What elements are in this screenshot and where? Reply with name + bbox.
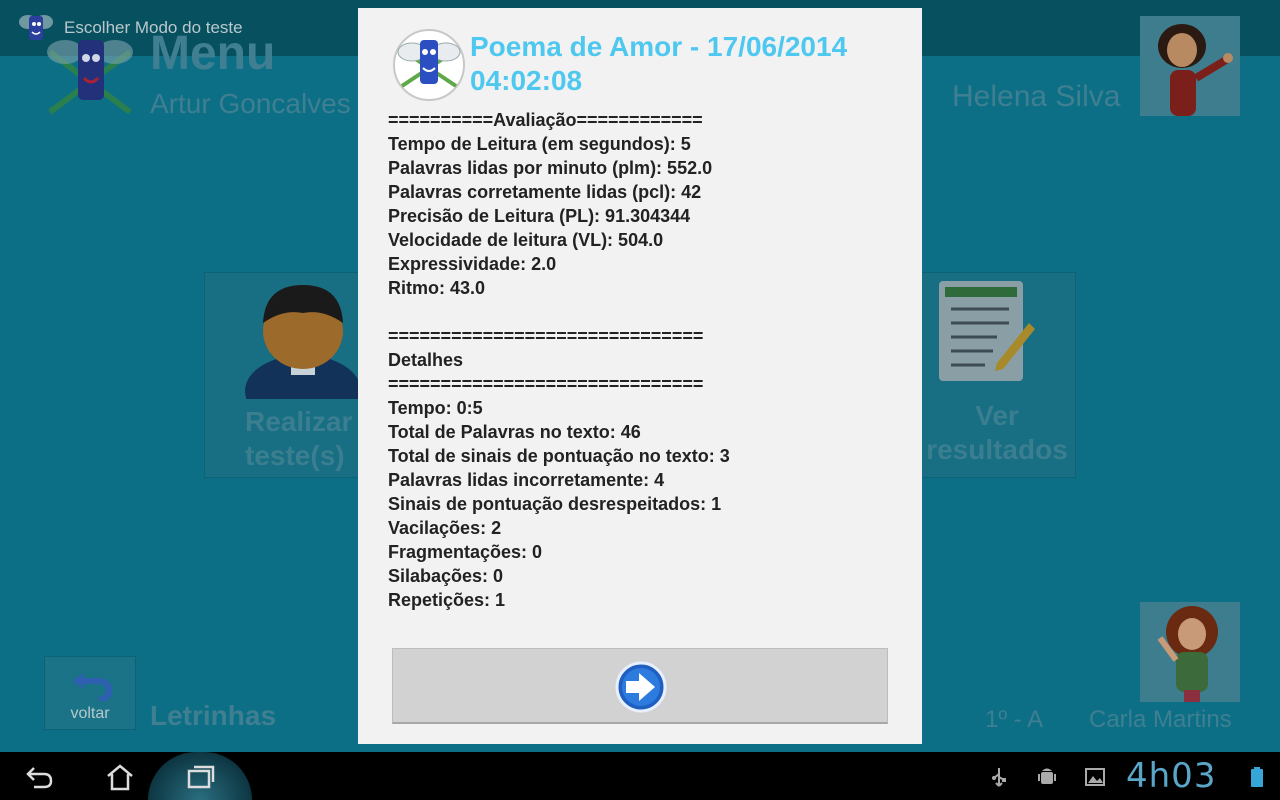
arrow-right-icon xyxy=(615,661,667,713)
recent-apps-icon[interactable] xyxy=(186,762,216,792)
student-icon xyxy=(245,285,361,399)
details-line: Fragmentações: 0 xyxy=(388,542,543,562)
evaluation-line: Palavras lidas por minuto (plm): 552.0 xyxy=(388,158,713,178)
footer-teacher-avatar-icon xyxy=(1140,602,1240,702)
evaluation-header: ==========Avaliação============ xyxy=(388,110,703,130)
details-header: Detalhes xyxy=(388,350,464,370)
results-dialog: Poema de Amor - 17/06/2014 04:02:08 ====… xyxy=(358,8,922,744)
evaluation-line: Precisão de Leitura (PL): 91.304344 xyxy=(388,206,691,226)
student-name: Artur Goncalves xyxy=(150,88,351,119)
dialog-mascot-icon xyxy=(393,29,465,101)
notepad-icon xyxy=(939,281,1035,381)
status-clock: 4h03 xyxy=(1126,756,1217,796)
evaluation-report: ==========Avaliação============ Tempo de… xyxy=(388,108,908,612)
back-button-label: voltar xyxy=(70,705,110,722)
details-line: Repetições: 1 xyxy=(388,590,506,610)
footer-teacher-avatar[interactable] xyxy=(1140,602,1240,702)
usb-icon xyxy=(992,768,1006,787)
app-logo-icon xyxy=(47,40,133,115)
teacher-name: Helena Silva xyxy=(952,80,1121,113)
details-line: Sinais de pontuação desrespeitados: 1 xyxy=(388,494,722,514)
home-icon[interactable] xyxy=(105,762,135,792)
footer-teacher-name: Carla Martins xyxy=(1089,706,1232,733)
details-line: Tempo: 0:5 xyxy=(388,398,483,418)
details-line: Total de Palavras no texto: 46 xyxy=(388,422,641,442)
evaluation-line: Velocidade de leitura (VL): 504.0 xyxy=(388,230,664,250)
system-navigation-bar: 4h03 xyxy=(0,752,1280,800)
menu-title: Menu xyxy=(150,27,276,80)
teacher-avatar-icon xyxy=(1140,16,1240,116)
next-button[interactable] xyxy=(392,648,888,724)
evaluation-line: Tempo de Leitura (em segundos): 5 xyxy=(388,134,691,154)
evaluation-line: Palavras corretamente lidas (pcl): 42 xyxy=(388,182,702,202)
back-button[interactable]: voltar xyxy=(44,656,136,730)
gallery-icon xyxy=(1085,768,1105,786)
details-line: Silabações: 0 xyxy=(388,566,504,586)
details-line: Total de sinais de pontuação no texto: 3 xyxy=(388,446,730,466)
separator: ============================== xyxy=(388,326,704,346)
android-debug-icon xyxy=(1038,768,1056,784)
details-line: Vacilações: 2 xyxy=(388,518,502,538)
take-test-tile[interactable]: Realizar teste(s) xyxy=(204,272,364,478)
battery-icon xyxy=(1251,767,1263,787)
footer-class-name: 1º - A xyxy=(985,706,1044,733)
teacher-avatar[interactable] xyxy=(1140,16,1240,116)
back-icon[interactable] xyxy=(24,762,54,792)
undo-icon xyxy=(73,673,113,701)
view-results-tile[interactable]: Ver resultados xyxy=(918,272,1076,478)
view-results-label: Ver resultados xyxy=(926,400,1068,465)
separator: ============================== xyxy=(388,374,704,394)
take-test-label: Realizar teste(s) xyxy=(245,406,353,471)
footer-app-name: Letrinhas xyxy=(150,700,277,731)
details-line: Palavras lidas incorretamente: 4 xyxy=(388,470,665,490)
evaluation-line: Ritmo: 43.0 xyxy=(388,278,486,298)
evaluation-line: Expressividade: 2.0 xyxy=(388,254,557,274)
dialog-title: Poema de Amor - 17/06/2014 04:02:08 xyxy=(470,31,848,96)
